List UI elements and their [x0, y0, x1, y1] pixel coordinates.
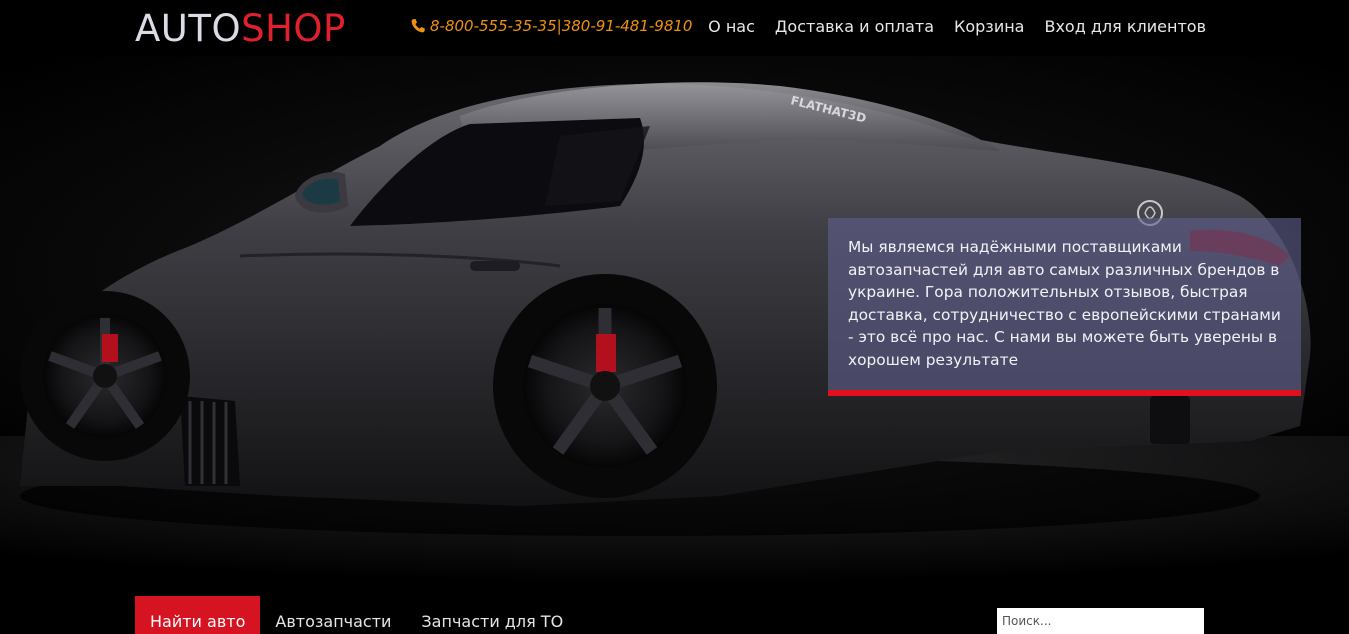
tab-auto-parts[interactable]: Автозапчасти	[260, 596, 406, 634]
tab-find-car[interactable]: Найти авто	[135, 596, 261, 634]
phone-link-2[interactable]: 380-91-481-9810	[562, 17, 693, 35]
logo-auto: AUTO	[135, 7, 242, 50]
hero-banner: FLATHAT3D Мы являемся надёжными поставщи…	[0, 56, 1349, 591]
top-navigation: О нас Доставка и оплата Корзина Вход для…	[708, 17, 1206, 36]
nav-client-login[interactable]: Вход для клиентов	[1044, 17, 1206, 36]
phone-icon	[411, 19, 425, 33]
logo-shop: SHOP	[241, 7, 346, 50]
nav-cart[interactable]: Корзина	[954, 17, 1024, 36]
site-header: AUTOSHOP 8-800-555-35-35 | 380-91-481-98…	[0, 0, 1349, 56]
site-logo[interactable]: AUTOSHOP	[135, 9, 346, 49]
nav-about[interactable]: О нас	[708, 17, 755, 36]
contact-phones: 8-800-555-35-35 | 380-91-481-9810	[410, 17, 692, 35]
info-panel: Мы являемся надёжными поставщиками автоз…	[828, 218, 1301, 396]
tab-maintenance-parts[interactable]: Запчасти для ТО	[406, 596, 578, 634]
category-bar: Найти авто Автозапчасти Запчасти для ТО	[0, 591, 1349, 634]
search-input[interactable]	[997, 608, 1204, 634]
nav-delivery-payment[interactable]: Доставка и оплата	[775, 17, 934, 36]
phone-link-1[interactable]: 8-800-555-35-35	[430, 17, 557, 35]
category-tabs: Найти авто Автозапчасти Запчасти для ТО	[135, 596, 578, 634]
